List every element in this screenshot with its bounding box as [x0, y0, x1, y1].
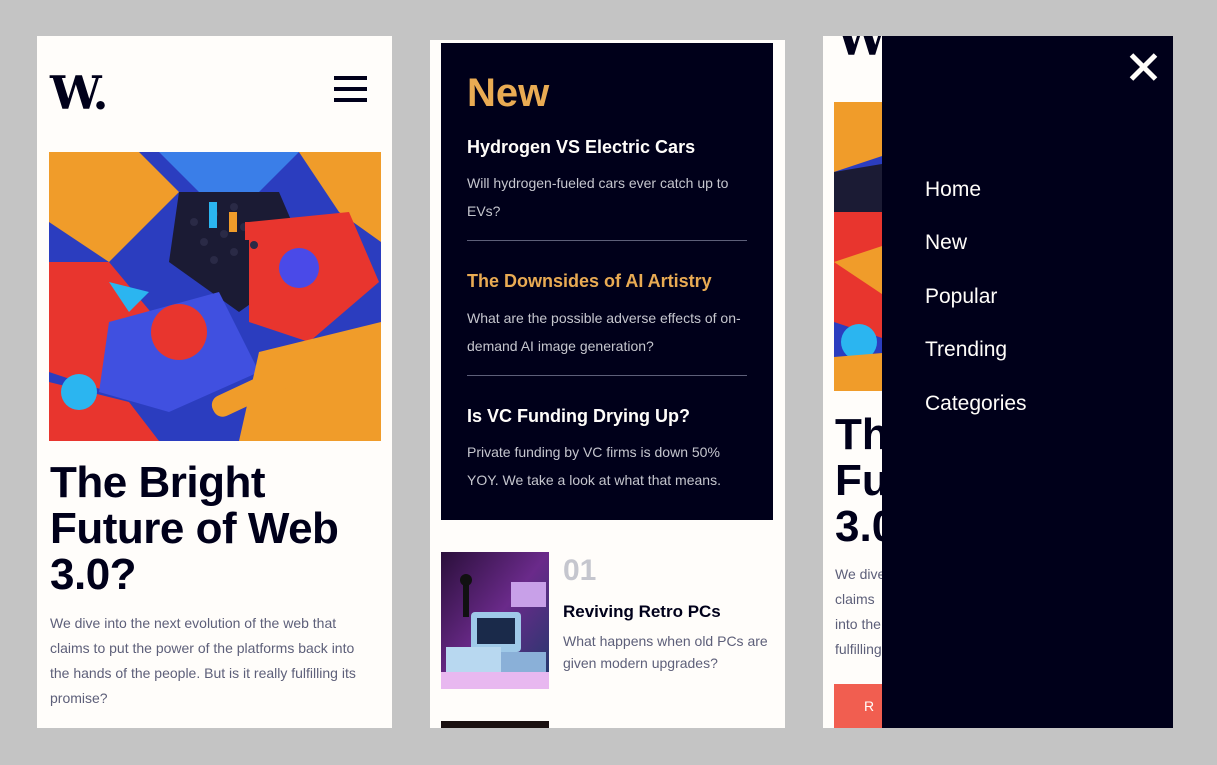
hamburger-icon[interactable] [334, 76, 367, 103]
new-heading: New [467, 71, 550, 115]
mobile-new-section-screen: New Hydrogen VS Electric Cars Will hydro… [430, 40, 785, 728]
article-title[interactable]: Hydrogen VS Electric Cars [467, 135, 695, 159]
divider [467, 240, 747, 241]
divider [467, 375, 747, 376]
menu-item-categories[interactable]: Categories [925, 391, 1027, 417]
list-item-description: What happens when old PCs are given mode… [563, 633, 768, 671]
hero-description-line: claims [835, 591, 875, 607]
hero-description-line: into the [835, 616, 881, 632]
hero-description-partial: We dive claims into the fulfilling [835, 562, 885, 662]
menu-item-new[interactable]: New [925, 230, 967, 256]
menu-item-home[interactable]: Home [925, 177, 981, 203]
list-number: 01 [563, 554, 597, 587]
side-menu: Home New Popular Trending Categories [882, 36, 1173, 728]
new-articles-box: New Hydrogen VS Electric Cars Will hydro… [441, 43, 773, 520]
hero-description: We dive into the next evolution of the w… [50, 615, 356, 706]
hero-description-line: fulfilling [835, 641, 882, 657]
site-logo[interactable]: W. [50, 70, 108, 116]
article-description: What are the possible adverse effects of… [467, 310, 741, 354]
retro-pc-image [441, 552, 549, 689]
menu-item-popular[interactable]: Popular [925, 284, 997, 310]
hero-description-line: We dive [835, 566, 886, 582]
hero-title: The Bright Future of Web 3.0? [50, 458, 339, 599]
article-description: Private funding by VC firms is down 50% … [467, 444, 721, 488]
mobile-menu-open-screen: W. Th Fu 3.0 We dive claims into the ful… [823, 36, 1173, 728]
list-item-title[interactable]: Reviving Retro PCs [563, 602, 721, 622]
article-title[interactable]: Is VC Funding Drying Up? [467, 404, 690, 428]
next-list-image [441, 721, 549, 728]
article-title-highlighted[interactable]: The Downsides of AI Artistry [467, 269, 712, 293]
article-description: Will hydrogen-fueled cars ever catch up … [467, 175, 729, 219]
menu-item-trending[interactable]: Trending [925, 337, 1007, 363]
close-icon[interactable] [1129, 52, 1159, 82]
mobile-home-screen: W. The Bright Future of Web 3.0? We dive… [37, 36, 392, 728]
hero-image [49, 152, 381, 441]
